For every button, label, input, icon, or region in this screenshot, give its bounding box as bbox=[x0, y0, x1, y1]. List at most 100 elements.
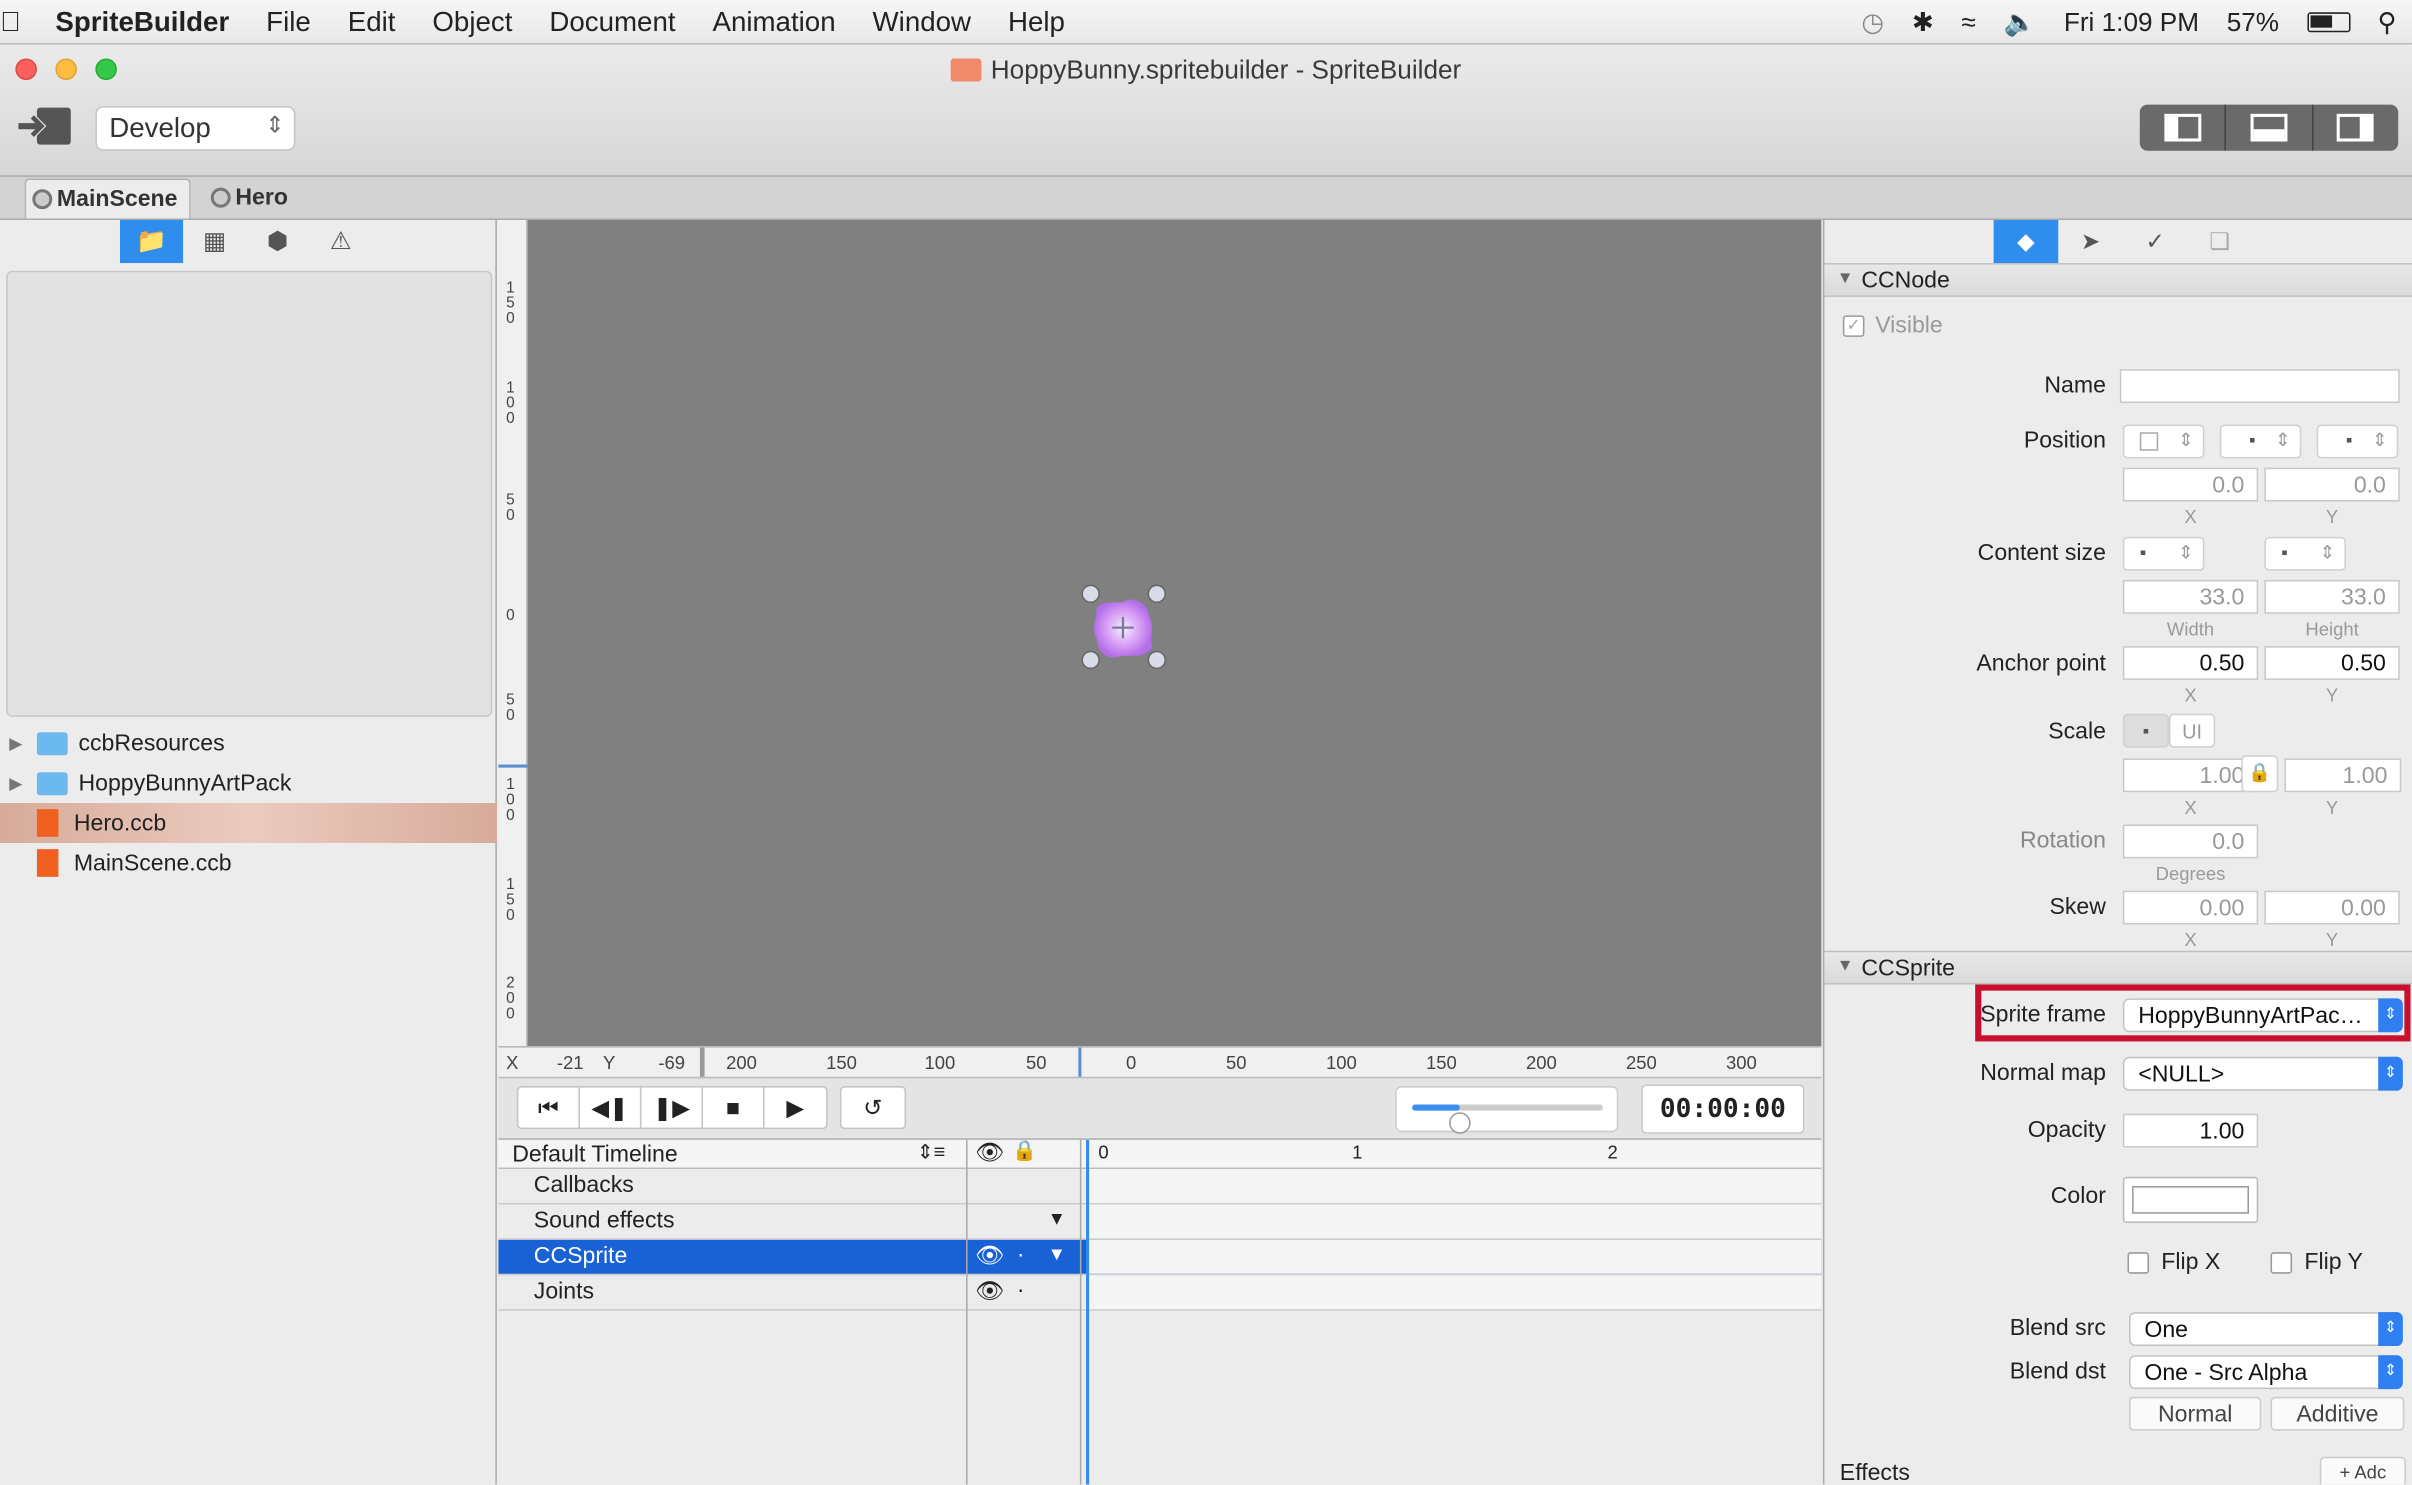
expand-triangle-icon[interactable]: ▼ bbox=[1048, 1208, 1066, 1230]
resize-handle[interactable] bbox=[1147, 584, 1167, 604]
skew-x-field[interactable]: 0.00 bbox=[2122, 890, 2259, 925]
disclosure-triangle-icon[interactable]: ▶ bbox=[9, 733, 31, 753]
toggle-left-panel-button[interactable] bbox=[2140, 104, 2227, 151]
apple-icon[interactable]:  bbox=[0, 5, 40, 37]
battery-percent[interactable]: 57% bbox=[2227, 7, 2279, 38]
anchor-x-field[interactable]: 0.50 bbox=[2122, 646, 2259, 680]
code-connections-icon[interactable]: ➤ bbox=[2058, 220, 2123, 263]
timeline-row[interactable]: Callbacks bbox=[498, 1169, 1822, 1205]
width-type-stepper[interactable]: ▪ ⇕ bbox=[2122, 536, 2205, 571]
position-x-type-stepper[interactable]: ▪ ⇕ bbox=[2219, 424, 2302, 459]
volume-icon[interactable]: 🔈 bbox=[2004, 7, 2037, 38]
skew-y-field[interactable]: 0.00 bbox=[2264, 890, 2400, 925]
timeline-row[interactable]: CCSprite 👁 · ▼ bbox=[498, 1239, 1822, 1276]
menu-window[interactable]: Window bbox=[873, 5, 971, 37]
menu-animation[interactable]: Animation bbox=[712, 5, 835, 37]
menu-edit[interactable]: Edit bbox=[348, 5, 396, 37]
slider-knob[interactable] bbox=[1449, 1112, 1471, 1134]
loop-icon[interactable]: ↺ bbox=[839, 1086, 907, 1130]
eye-icon[interactable]: 👁 bbox=[975, 1138, 1004, 1166]
menu-document[interactable]: Document bbox=[549, 5, 675, 37]
jump-to-start-icon[interactable]: ⏮ bbox=[516, 1086, 580, 1130]
hero-sprite[interactable] bbox=[1081, 584, 1167, 670]
flip-y-checkbox[interactable] bbox=[2270, 1252, 2293, 1274]
warning-icon[interactable]: ⚠ bbox=[309, 220, 372, 263]
toggle-right-panel-button[interactable] bbox=[2313, 105, 2398, 151]
lock-icon[interactable]: 🔒 bbox=[1012, 1138, 1037, 1163]
normal-blend-button[interactable]: Normal bbox=[2129, 1396, 2262, 1431]
eye-icon[interactable]: 👁 bbox=[975, 1277, 1004, 1304]
normal-map-select[interactable]: <NULL> ⇕ bbox=[2122, 1056, 2403, 1091]
scale-type-ui-button[interactable]: UI bbox=[2169, 713, 2216, 748]
list-item[interactable]: ▶ HoppyBunnyArtPack bbox=[0, 763, 497, 803]
opacity-field[interactable]: 1.00 bbox=[2122, 1113, 2259, 1148]
height-field[interactable]: 33.0 bbox=[2264, 579, 2400, 614]
list-item[interactable]: ▶ ccbResources bbox=[0, 723, 497, 763]
tab-mainscene[interactable]: MainScene bbox=[24, 178, 192, 219]
mode-select[interactable]: Develop ⇕ bbox=[95, 106, 296, 151]
blend-dst-select[interactable]: One - Src Alpha ⇕ bbox=[2129, 1355, 2403, 1390]
close-tab-icon[interactable] bbox=[210, 187, 231, 208]
list-item[interactable]: Hero.ccb bbox=[0, 802, 497, 843]
step-forward-icon[interactable]: ❚▶ bbox=[639, 1086, 704, 1130]
toggle-bottom-panel-button[interactable] bbox=[2226, 104, 2314, 151]
resize-handle[interactable] bbox=[1147, 650, 1167, 670]
name-field[interactable] bbox=[2119, 369, 2400, 404]
timeline-zoom-slider[interactable] bbox=[1395, 1086, 1619, 1134]
timeline-row[interactable]: Sound effects ▼ bbox=[498, 1204, 1822, 1240]
row-track[interactable] bbox=[1087, 1275, 1822, 1310]
row-track[interactable] bbox=[1087, 1204, 1822, 1239]
additive-blend-button[interactable]: Additive bbox=[2270, 1396, 2405, 1431]
timeline-select[interactable]: Default Timeline bbox=[512, 1141, 677, 1167]
time-machine-icon[interactable]: ◷ bbox=[1861, 7, 1884, 38]
row-track[interactable] bbox=[1087, 1169, 1822, 1203]
step-back-icon[interactable]: ◀❚ bbox=[578, 1086, 642, 1130]
scale-type-point-button[interactable]: ▪ bbox=[2122, 713, 2170, 748]
stage-canvas[interactable] bbox=[527, 219, 1822, 1047]
position-x-field[interactable]: 0.0 bbox=[2122, 467, 2259, 502]
physics-icon[interactable]: ✓ bbox=[2123, 220, 2188, 263]
menu-object[interactable]: Object bbox=[432, 5, 512, 37]
properties-icon[interactable]: ◆ bbox=[1993, 219, 2059, 264]
position-reference-stepper[interactable]: ⇕ bbox=[2122, 424, 2205, 459]
height-type-stepper[interactable]: ▪ ⇕ bbox=[2264, 536, 2346, 571]
play-icon[interactable]: ▶ bbox=[762, 1086, 828, 1130]
scale-y-field[interactable]: 1.00 bbox=[2284, 758, 2402, 793]
flip-x-checkbox[interactable] bbox=[2127, 1252, 2150, 1274]
lock-dot-icon[interactable]: · bbox=[1017, 1241, 1025, 1267]
menu-file[interactable]: File bbox=[266, 5, 311, 37]
position-y-field[interactable]: 0.0 bbox=[2264, 467, 2400, 502]
battery-icon[interactable] bbox=[2306, 12, 2350, 33]
publish-exit-icon[interactable] bbox=[15, 103, 77, 149]
disclosure-triangle-icon[interactable]: ▶ bbox=[9, 773, 31, 793]
sprite-frame-select[interactable]: HoppyBunnyArtPac… ⇕ bbox=[2122, 998, 2403, 1033]
resize-handle[interactable] bbox=[1081, 650, 1100, 670]
resize-handle[interactable] bbox=[1081, 584, 1100, 604]
chevron-updown-icon[interactable]: ⇕≡ bbox=[917, 1140, 945, 1165]
rotation-field[interactable]: 0.0 bbox=[2122, 824, 2259, 859]
folder-icon[interactable]: 📁 bbox=[119, 219, 184, 264]
lock-icon[interactable]: 🔒 bbox=[2241, 755, 2279, 793]
cube-icon[interactable]: ⬢ bbox=[246, 220, 309, 263]
timeline-row[interactable]: Joints 👁 · bbox=[498, 1275, 1822, 1311]
blend-src-select[interactable]: One ⇕ bbox=[2129, 1312, 2403, 1347]
timecode-display[interactable]: 00:00:00 bbox=[1641, 1084, 1805, 1134]
wifi-icon[interactable]: ≈ bbox=[1962, 7, 1976, 38]
stop-icon[interactable]: ■ bbox=[701, 1086, 765, 1130]
clock[interactable]: Fri 1:09 PM bbox=[2064, 7, 2199, 38]
spotlight-search-icon[interactable]: ⚲ bbox=[2378, 7, 2397, 38]
section-ccsprite[interactable]: ▼ CCSprite bbox=[1824, 950, 2412, 985]
playhead[interactable] bbox=[1086, 1139, 1090, 1485]
lock-dot-icon[interactable]: · bbox=[1017, 1277, 1025, 1303]
disclosure-triangle-icon[interactable]: ▼ bbox=[1837, 957, 1854, 975]
templates-icon[interactable]: ❏ bbox=[2187, 220, 2252, 263]
expand-triangle-icon[interactable]: ▼ bbox=[1048, 1243, 1066, 1265]
eye-icon[interactable]: 👁 bbox=[975, 1241, 1004, 1269]
tab-hero[interactable]: Hero bbox=[205, 178, 301, 218]
list-item[interactable]: MainScene.ccb bbox=[0, 843, 497, 883]
add-effect-button[interactable]: + Adc bbox=[2319, 1456, 2406, 1485]
color-well[interactable] bbox=[2122, 1176, 2259, 1223]
width-field[interactable]: 33.0 bbox=[2122, 579, 2259, 614]
scale-x-field[interactable]: 1.00 bbox=[2122, 758, 2259, 793]
anchor-y-field[interactable]: 0.50 bbox=[2264, 646, 2400, 680]
